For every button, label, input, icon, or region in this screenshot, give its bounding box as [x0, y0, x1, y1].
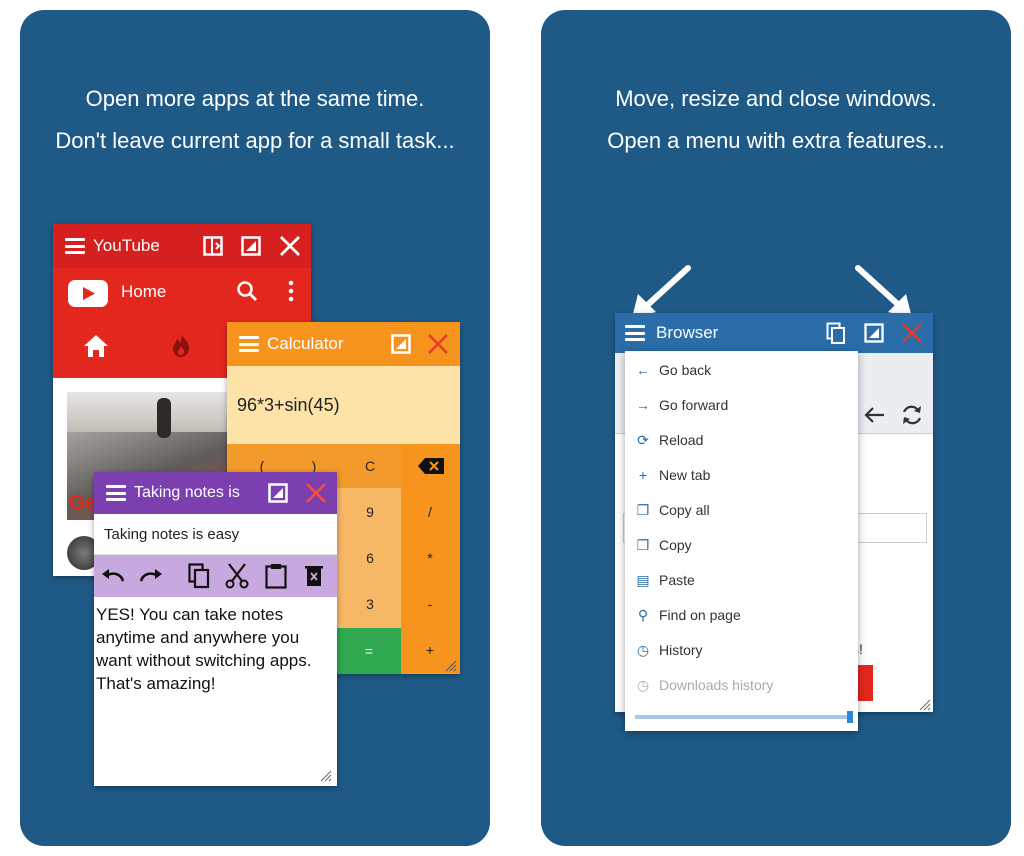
dock-icon[interactable] — [203, 236, 223, 256]
scrollbar-thumb[interactable] — [847, 711, 853, 723]
calculator-expression: 96*3+sin(45) — [237, 395, 340, 415]
key-multiply[interactable]: * — [415, 540, 445, 576]
copy-icon: ❐ — [636, 501, 650, 518]
key-9[interactable]: 9 — [355, 494, 385, 530]
menu-item-copy-all[interactable]: ❐ Copy all — [625, 493, 858, 527]
arrow-left-icon: ← — [636, 362, 650, 378]
search-icon: ⚲ — [637, 606, 649, 623]
key-3[interactable]: 3 — [355, 586, 385, 622]
calculator-title: Calculator — [267, 334, 344, 353]
menu-scrollbar[interactable] — [635, 711, 853, 723]
downloads-history-icon: ◷ — [636, 676, 650, 693]
copy-icon[interactable] — [826, 322, 846, 344]
left-caption-line1: Open more apps at the same time. — [85, 86, 425, 111]
close-icon[interactable] — [427, 333, 449, 355]
key-plus[interactable]: + — [415, 632, 445, 668]
menu-item-label: History — [659, 642, 703, 658]
menu-item-label: Downloads history — [659, 677, 774, 693]
back-arrow-icon[interactable] — [863, 405, 885, 425]
close-icon[interactable] — [901, 322, 923, 344]
menu-icon[interactable] — [106, 485, 126, 501]
menu-item-find-on-page[interactable]: ⚲ Find on page — [625, 598, 858, 632]
menu-item-label: Copy — [659, 537, 692, 553]
browser-menu: ← Go back → Go forward ⟳ Reload + New tab ❐ C… — [625, 351, 858, 731]
undo-icon[interactable] — [100, 565, 126, 585]
menu-icon[interactable] — [239, 336, 259, 352]
left-caption-line2: Don't leave current app for a small task… — [55, 128, 455, 153]
menu-item-paste[interactable]: ▤ Paste — [625, 563, 858, 597]
notes-titlebar[interactable]: Taking notes is — [94, 472, 337, 514]
delete-icon[interactable] — [305, 565, 323, 587]
key-minus[interactable]: - — [415, 586, 445, 622]
menu-item-downloads-history[interactable]: ◷ Downloads history — [625, 668, 858, 702]
browser-title: Browser — [656, 323, 719, 342]
arrow-right-icon: → — [636, 397, 650, 413]
close-icon[interactable] — [305, 482, 327, 504]
resize-handle-icon[interactable] — [445, 660, 457, 672]
more-vert-icon[interactable] — [288, 280, 294, 302]
resize-icon[interactable] — [268, 483, 288, 503]
menu-item-history[interactable]: ◷ History — [625, 633, 858, 667]
resize-icon[interactable] — [241, 236, 261, 256]
menu-item-go-back[interactable]: ← Go back — [625, 353, 858, 387]
home-icon[interactable] — [83, 334, 109, 358]
cut-icon[interactable] — [225, 563, 249, 589]
menu-item-label: New tab — [659, 467, 711, 483]
menu-item-label: Go forward — [659, 397, 729, 413]
menu-item-label: Go back — [659, 362, 712, 378]
copy-icon: ❐ — [636, 536, 650, 553]
youtube-title: YouTube — [93, 236, 160, 255]
trending-icon[interactable] — [170, 332, 192, 358]
browser-titlebar[interactable]: Browser — [615, 313, 933, 353]
youtube-logo-icon[interactable] — [68, 280, 108, 307]
reload-icon[interactable] — [900, 403, 924, 427]
key-divide[interactable]: / — [415, 494, 445, 530]
menu-icon[interactable] — [625, 325, 645, 341]
menu-item-reload[interactable]: ⟳ Reload — [625, 423, 858, 457]
youtube-header: Home — [53, 268, 311, 316]
right-caption-line2: Open a menu with extra features... — [607, 128, 945, 153]
search-icon[interactable] — [236, 280, 258, 302]
menu-item-label: Reload — [659, 432, 704, 448]
notes-window[interactable]: Taking notes is Taking notes is easy YES… — [94, 472, 337, 786]
clipboard-icon[interactable] — [265, 563, 287, 589]
calculator-display: 96*3+sin(45) — [227, 366, 460, 444]
redo-icon[interactable] — [138, 565, 164, 585]
menu-item-new-tab[interactable]: + New tab — [625, 458, 858, 492]
person-figure — [157, 398, 171, 438]
plus-icon: + — [638, 467, 648, 483]
note-title-field[interactable]: Taking notes is easy — [94, 514, 337, 555]
youtube-nav-label[interactable]: Home — [121, 282, 166, 302]
note-title-text: Taking notes is easy — [104, 526, 240, 543]
resize-handle-icon[interactable] — [919, 699, 931, 711]
youtube-titlebar[interactable]: YouTube — [53, 224, 311, 268]
reload-icon: ⟳ — [637, 431, 649, 448]
resize-icon[interactable] — [391, 334, 411, 354]
calculator-titlebar[interactable]: Calculator — [227, 322, 460, 366]
resize-icon[interactable] — [864, 323, 884, 343]
menu-item-copy[interactable]: ❐ Copy — [625, 528, 858, 562]
notes-toolbar — [94, 555, 337, 597]
resize-handle-icon[interactable] — [320, 770, 332, 782]
copy-icon[interactable] — [188, 563, 210, 589]
menu-item-label: Paste — [659, 572, 695, 588]
backspace-icon[interactable] — [417, 457, 445, 475]
menu-item-go-forward[interactable]: → Go forward — [625, 388, 858, 422]
sky-area — [67, 392, 237, 432]
key-6[interactable]: 6 — [355, 540, 385, 576]
thumbnail-label: Ge — [69, 492, 96, 514]
note-body[interactable]: YES! You can take notes anytime and anyw… — [96, 603, 332, 695]
menu-item-label: Copy all — [659, 502, 710, 518]
history-icon: ◷ — [636, 641, 650, 658]
notes-title: Taking notes is — [134, 484, 240, 501]
clipboard-icon: ▤ — [636, 571, 650, 588]
right-caption-line1: Move, resize and close windows. — [615, 86, 937, 111]
key-equals[interactable]: = — [337, 628, 401, 674]
close-icon[interactable] — [279, 235, 301, 257]
menu-icon[interactable] — [65, 238, 85, 254]
menu-item-label: Find on page — [659, 607, 741, 623]
key-clear[interactable]: C — [355, 448, 385, 484]
